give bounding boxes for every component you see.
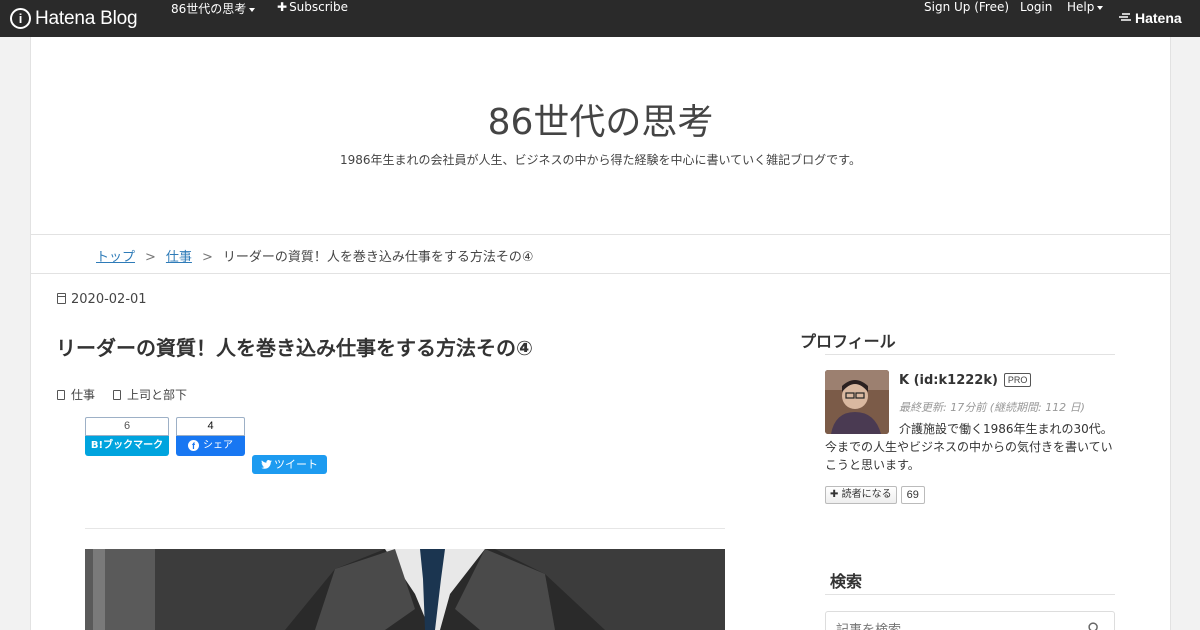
pro-badge: PRO <box>1003 373 1032 387</box>
entry-date-text: 2020-02-01 <box>71 292 147 307</box>
profile-last-updated: 最終更新: 17分前 (継続期間: 112 日) <box>899 401 1085 414</box>
facebook-share-button[interactable]: 4 f シェア <box>176 417 245 456</box>
logo-text: Hatena Blog <box>35 7 138 29</box>
profile-name-text: K (id:k1222k) <box>899 373 998 388</box>
global-header: i Hatena Blog 86世代の思考 ✚ Subscribe Sign Up… <box>0 0 1200 37</box>
twitter-bird-icon <box>261 460 272 469</box>
plus-icon: ✚ <box>830 489 839 500</box>
subscribe-button[interactable]: ✚ Subscribe <box>277 0 348 37</box>
blog-title[interactable]: 86世代の思考 <box>31 93 1170 145</box>
blog-menu-dropdown[interactable]: 86世代の思考 <box>171 0 256 37</box>
entry-divider <box>85 528 725 529</box>
search-icon[interactable] <box>1088 622 1101 630</box>
become-reader-button[interactable]: ✚ 読者になる <box>825 486 897 504</box>
facebook-share-label: シェア <box>203 440 233 451</box>
search-box <box>825 611 1115 630</box>
breadcrumb-category-link[interactable]: 仕事 <box>166 250 192 265</box>
facebook-icon: f <box>188 440 199 451</box>
search-title-divider <box>825 594 1115 595</box>
breadcrumb-top-link[interactable]: トップ <box>96 250 135 265</box>
subscribe-label: Subscribe <box>289 0 349 14</box>
tweet-label: ツイート <box>274 458 318 471</box>
category-link[interactable]: 仕事 <box>57 386 95 403</box>
profile-title-divider <box>825 354 1115 355</box>
login-link[interactable]: Login <box>1020 0 1052 37</box>
breadcrumb-separator: > <box>201 250 213 265</box>
caret-down-icon <box>249 7 256 12</box>
entry-categories: 仕事 上司と部下 <box>57 386 187 403</box>
hatena-logo-icon: i <box>10 8 31 29</box>
search-input[interactable] <box>836 621 1076 630</box>
breadcrumb-current: リーダーの資質！人を巻き込み仕事をする方法その④ <box>222 250 534 265</box>
breadcrumb-bar: トップ > 仕事 > リーダーの資質！人を巻き込み仕事をする方法その④ <box>31 234 1170 274</box>
hatena-label: Hatena <box>1135 10 1182 26</box>
search-module-title: 検索 <box>830 572 863 591</box>
breadcrumb: トップ > 仕事 > リーダーの資質！人を巻き込み仕事をする方法その④ <box>96 246 534 265</box>
entry-eyecatch-image <box>85 549 725 630</box>
hatena-link[interactable]: Hatena <box>1118 10 1182 26</box>
category-link[interactable]: 上司と部下 <box>113 386 187 403</box>
caret-down-icon <box>1097 5 1104 10</box>
help-label: Help <box>1067 0 1095 14</box>
folder-icon <box>113 390 122 400</box>
facebook-share-count: 4 <box>176 417 245 436</box>
hatena-bookmark-button[interactable]: 6 B!ブックマーク <box>85 417 169 456</box>
breadcrumb-separator: > <box>145 250 156 265</box>
become-reader-label: 読者になる <box>841 489 892 500</box>
plus-icon: ✚ <box>277 0 288 14</box>
entry-date[interactable]: 2020-02-01 <box>57 292 147 307</box>
hatena-bookmark-label: B!ブックマーク <box>85 436 169 456</box>
profile-name[interactable]: K (id:k1222k) PRO <box>899 373 1032 388</box>
businessman-photo <box>85 549 725 630</box>
hatena-stripes-icon <box>1119 13 1131 21</box>
category-label: 仕事 <box>71 388 96 402</box>
folder-icon <box>57 390 65 400</box>
reader-count: 69 <box>900 486 925 504</box>
help-dropdown[interactable]: Help <box>1067 0 1104 37</box>
category-label: 上司と部下 <box>127 388 188 402</box>
subscribe-reader-widget: ✚ 読者になる 69 <box>825 486 925 504</box>
tweet-button[interactable]: ツイート <box>252 455 327 474</box>
profile-description: 介護施設で働く1986年生まれの30代。今までの人生やビジネスの中からの気付きを… <box>825 422 1113 472</box>
blog-menu-label: 86世代の思考 <box>171 2 247 16</box>
hatena-bookmark-count: 6 <box>85 417 169 436</box>
hatena-blog-logo[interactable]: i Hatena Blog <box>10 7 138 30</box>
entry-title[interactable]: リーダーの資質！人を巻き込み仕事をする方法その④ <box>56 332 533 361</box>
signup-link[interactable]: Sign Up (Free) <box>924 0 1009 37</box>
profile-module-title: プロフィール <box>800 332 896 351</box>
calendar-icon <box>57 293 66 304</box>
blog-description: 1986年生まれの会社員が人生、ビジネスの中から得た経験を中心に書いていく雑記ブ… <box>340 153 861 167</box>
